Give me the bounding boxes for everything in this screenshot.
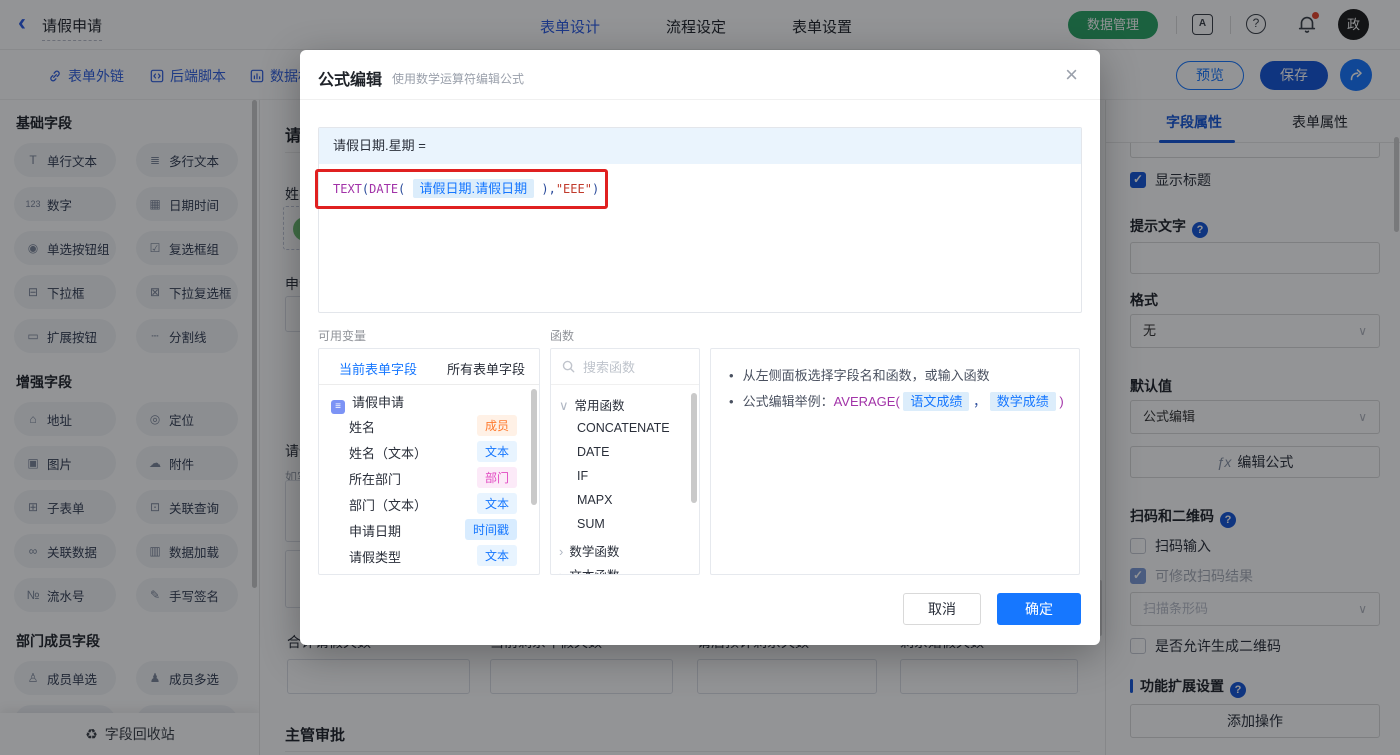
functions-panel: 搜索函数 ∨ 常用函数 CONCATENATE DATE IF MAPX SUM … <box>550 348 700 575</box>
formula-editor[interactable]: 请假日期.星期 = TEXT(DATE( 请假日期.请假日期 ),"EEE") <box>318 127 1082 313</box>
type-badge: 文本 <box>477 545 518 566</box>
field-token[interactable]: 请假日期.请假日期 <box>412 179 535 198</box>
confirm-button[interactable]: 确定 <box>997 593 1081 625</box>
example-fn: AVERAGE( <box>833 394 900 409</box>
bullet-icon: • <box>729 394 734 409</box>
example-field-token: 语文成绩 <box>903 392 970 411</box>
tip-text: 公式编辑举例： <box>742 394 834 409</box>
function-group-common[interactable]: ∨ 常用函数 <box>559 395 625 414</box>
group-label: 常用函数 <box>574 399 625 413</box>
function-item[interactable]: IF <box>577 469 588 483</box>
example-field-token: 数学成绩 <box>989 392 1056 411</box>
function-item[interactable]: MAPX <box>577 493 612 507</box>
chevron-right-icon: › <box>559 544 564 559</box>
variable-item[interactable]: 姓名 <box>349 417 375 436</box>
type-badge: 文本 <box>477 493 518 514</box>
type-badge: 部门 <box>477 467 518 488</box>
formula-op: ( <box>398 182 413 196</box>
formula-target: 请假日期.星期 = <box>319 128 1081 164</box>
formula-fn: TEXT <box>333 182 362 196</box>
form-doc-icon: ≡ <box>331 400 345 414</box>
group-label: 数学函数 <box>569 545 620 559</box>
function-item[interactable]: DATE <box>577 445 609 459</box>
example-close-paren: ) <box>1059 394 1064 409</box>
variables-label: 可用变量 <box>318 329 367 343</box>
variables-panel: 当前表单字段 所有表单字段 ≡ 请假申请 姓名 成员 姓名（文本） 文本 所在部门… <box>318 348 540 575</box>
tab-current-form-fields[interactable]: 当前表单字段 <box>339 359 417 378</box>
variables-root[interactable]: ≡ 请假申请 <box>331 392 404 414</box>
variable-item[interactable]: 姓名（文本） <box>349 443 427 462</box>
function-group-math[interactable]: › 数学函数 <box>559 541 619 560</box>
variable-item[interactable]: 部门（文本） <box>349 495 427 514</box>
formula-op: , <box>548 182 556 196</box>
tips-panel: • 从左侧面板选择字段名和函数，或输入函数 • 公式编辑举例：AVERAGE( 语文… <box>710 348 1080 575</box>
formula-op: ) <box>534 182 549 196</box>
cancel-button[interactable]: 取消 <box>903 593 981 625</box>
modal-subtitle: 使用数学运算符编辑公式 <box>392 72 525 86</box>
bullet-icon: • <box>729 368 734 383</box>
type-badge: 成员 <box>477 415 518 436</box>
variables-scrollbar[interactable] <box>531 389 537 505</box>
function-item[interactable]: SUM <box>577 517 605 531</box>
type-badge: 时间戳 <box>465 519 518 540</box>
formula-op: ) <box>591 182 600 196</box>
function-search-input[interactable]: 搜索函数 <box>551 349 699 385</box>
formula-fn: DATE <box>369 182 399 196</box>
search-icon <box>562 360 575 373</box>
formula-string: "EEE" <box>555 182 592 196</box>
group-label: 文本函数 <box>569 569 619 574</box>
chevron-down-icon: ∨ <box>559 398 569 413</box>
variables-tabs: 当前表单字段 所有表单字段 <box>319 349 539 385</box>
functions-label: 函数 <box>550 329 575 343</box>
tip-text: 从左侧面板选择字段名和函数，或输入函数 <box>742 368 990 383</box>
type-badge: 文本 <box>477 441 518 462</box>
example-comma: ， <box>973 394 987 409</box>
formula-edit-modal: 公式编辑 使用数学运算符编辑公式 × 请假日期.星期 = TEXT(DATE( … <box>300 50 1100 645</box>
chevron-right-icon: › <box>559 568 563 574</box>
search-placeholder: 搜索函数 <box>583 360 636 375</box>
root-label: 请假申请 <box>352 395 405 410</box>
functions-scrollbar[interactable] <box>691 393 697 503</box>
variable-item[interactable]: 申请日期 <box>349 521 401 540</box>
tip-line-1: • 从左侧面板选择字段名和函数，或输入函数 <box>729 365 990 384</box>
variable-item[interactable]: 请假类型 <box>349 547 401 566</box>
tab-all-form-fields[interactable]: 所有表单字段 <box>447 359 525 378</box>
variable-item[interactable]: 所在部门 <box>349 469 401 488</box>
close-icon[interactable]: × <box>1065 62 1078 88</box>
formula-expression[interactable]: TEXT(DATE( 请假日期.请假日期 ),"EEE") <box>333 178 600 198</box>
function-group-text[interactable]: › 文本函数 <box>559 565 619 574</box>
divider <box>300 99 1100 100</box>
modal-title: 公式编辑 <box>318 72 383 89</box>
tip-line-2: • 公式编辑举例：AVERAGE( 语文成绩 ， 数学成绩 ) <box>729 391 1064 411</box>
function-item[interactable]: CONCATENATE <box>577 421 670 435</box>
